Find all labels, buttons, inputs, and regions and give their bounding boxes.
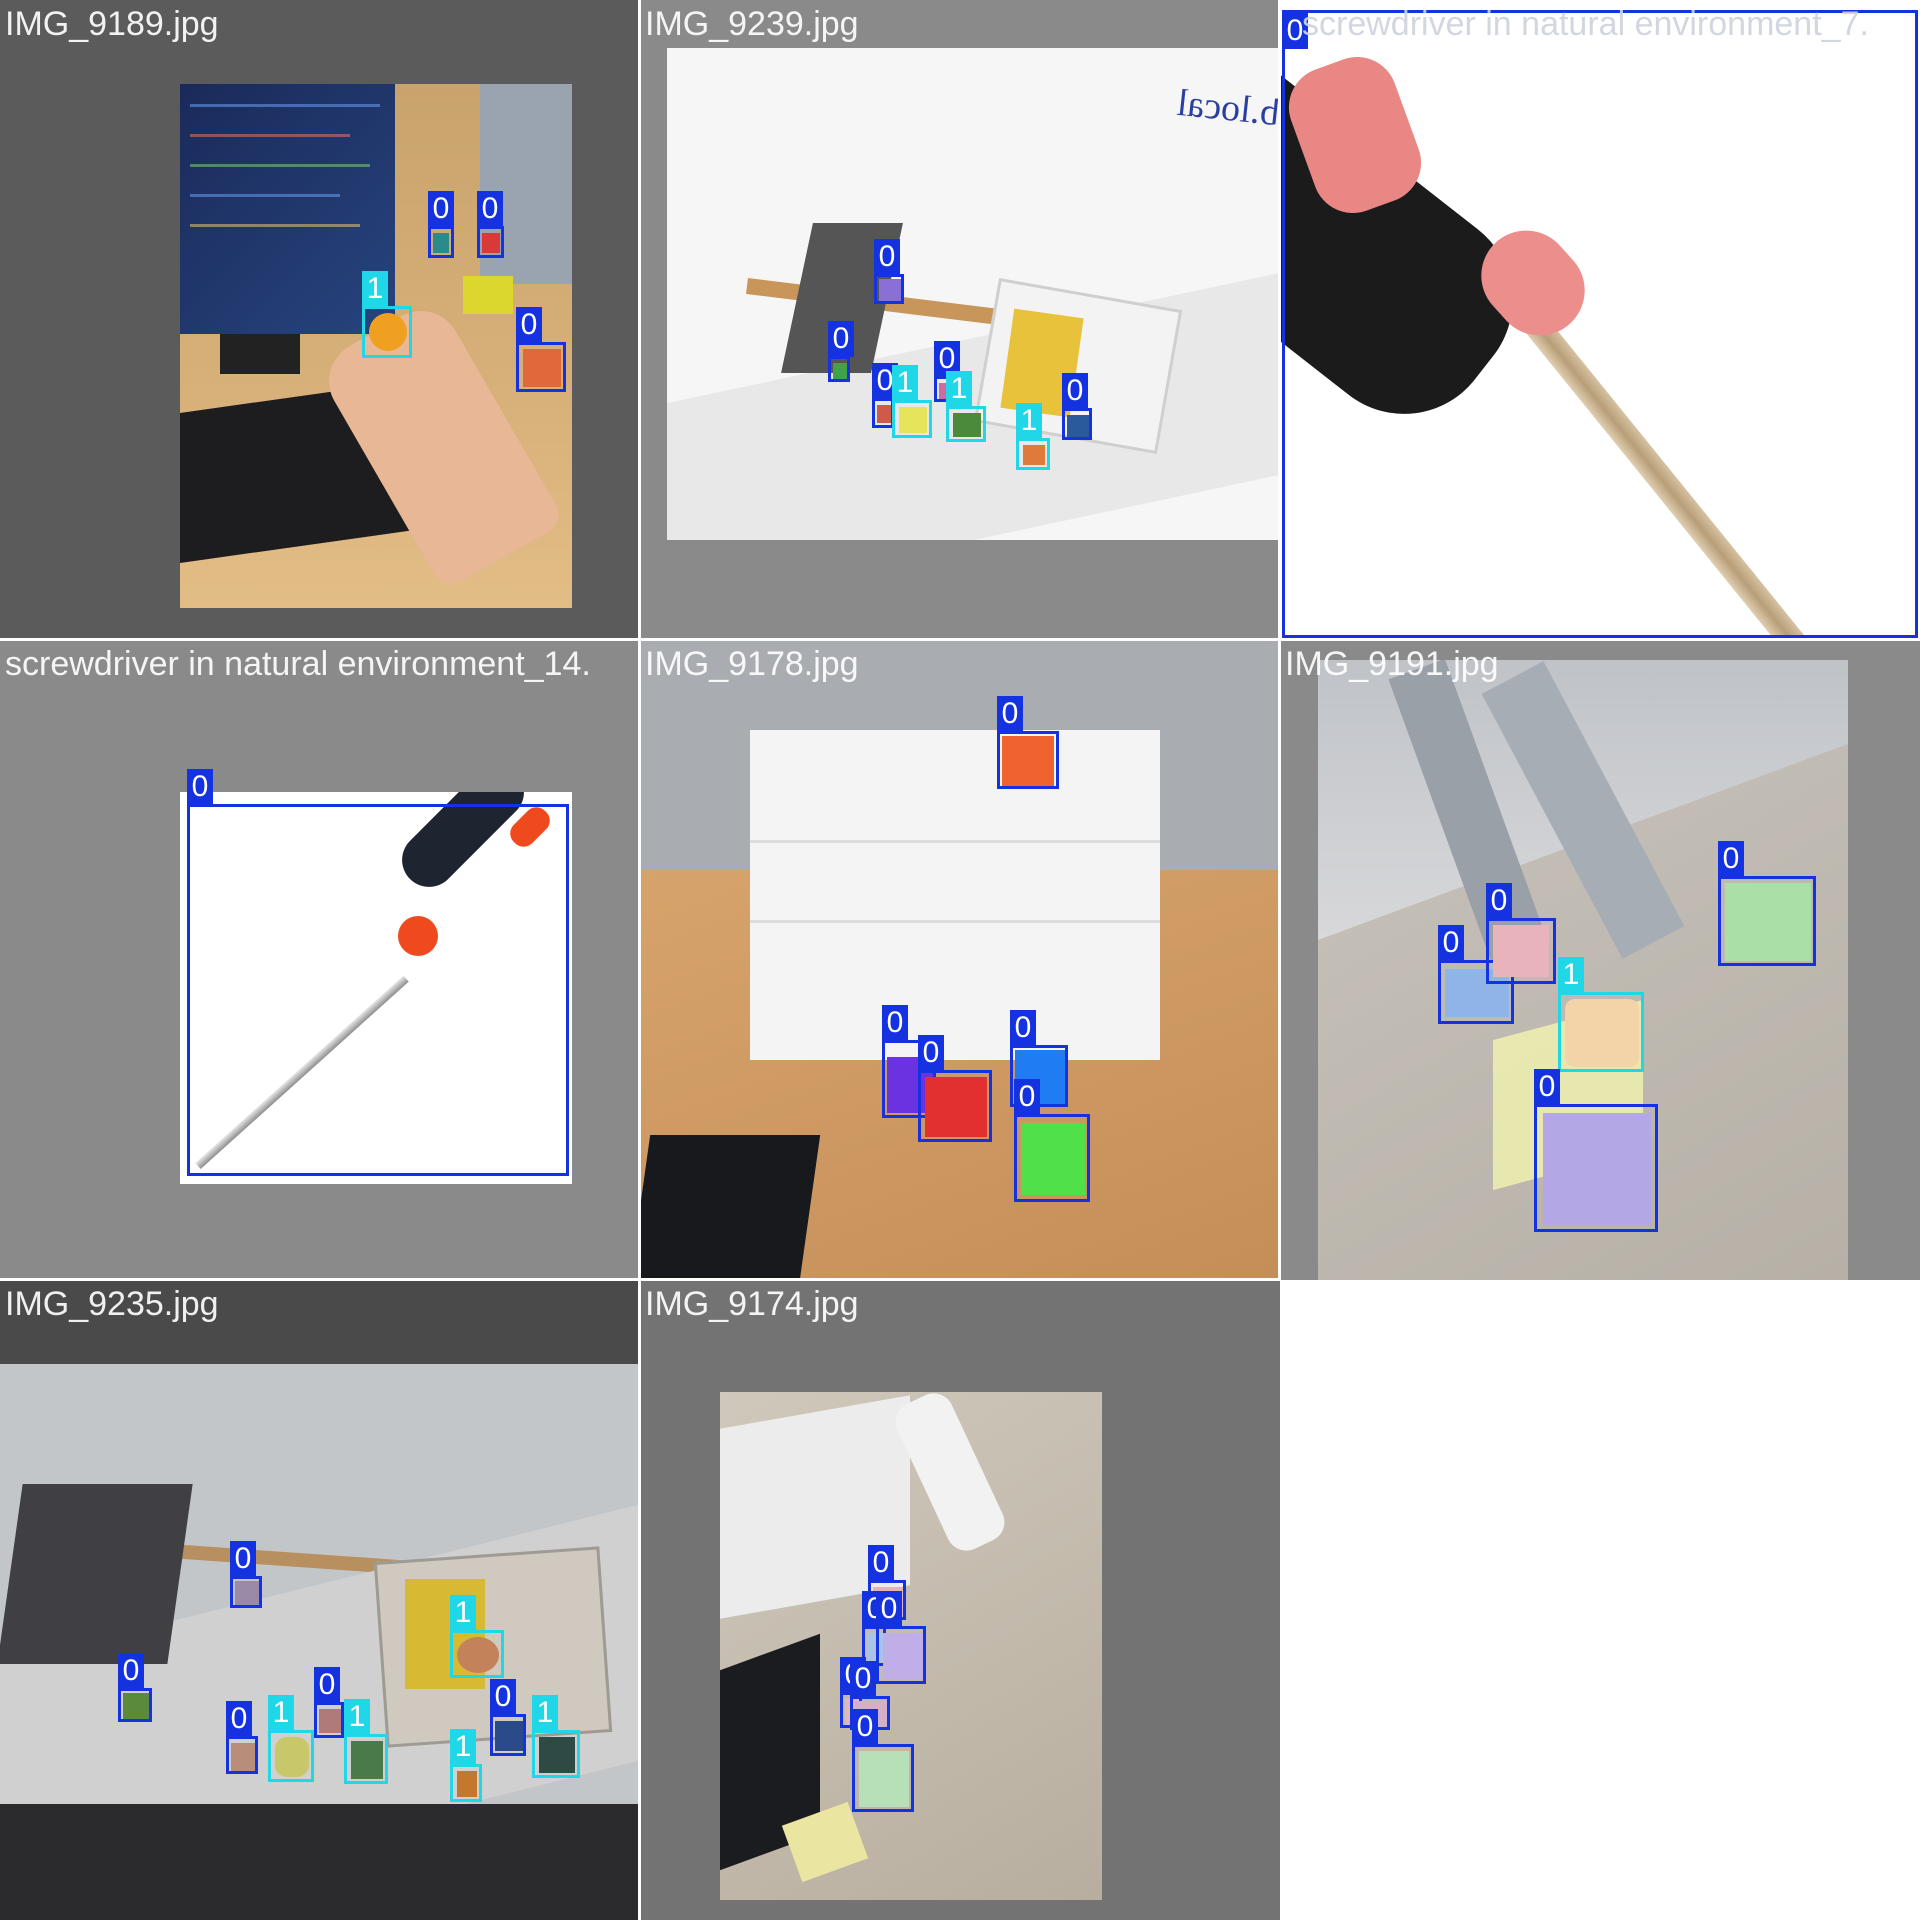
grid-divider (0, 638, 1920, 641)
bookshelf-lower (0, 1804, 640, 1920)
bbox-class1: 1 (532, 1695, 580, 1778)
bbox-class0: 0 (230, 1541, 262, 1608)
box-stack (750, 730, 1160, 1060)
detection-mosaic: 0 0 1 0 IMG_9189.jpg b.local 0 0 0 0 1 1… (0, 0, 1920, 1920)
monitor-stand (220, 334, 300, 374)
bbox-class0: 0 (874, 239, 904, 304)
bbox-class0: 0 (516, 307, 566, 392)
tile-filename: IMG_9239.jpg (645, 5, 859, 43)
bbox-class0: 0 (314, 1667, 344, 1738)
tile-filename: screwdriver in natural environment_7. (1302, 5, 1869, 43)
bbox-class0: 0 (918, 1035, 992, 1142)
binder-holder (0, 1484, 193, 1664)
bbox-class0: 0 (997, 696, 1059, 789)
bbox-class1: 1 (1558, 957, 1644, 1072)
tile-filename: IMG_9189.jpg (5, 5, 219, 43)
tile-screwdriver-7[interactable]: 0 screwdriver in natural environment_7. (1280, 0, 1920, 640)
bbox-class1: 1 (344, 1699, 388, 1784)
bbox-class0: 0 (1718, 841, 1816, 966)
tile-filename: IMG_9235.jpg (5, 1285, 219, 1323)
bbox-class1: 1 (892, 365, 932, 438)
bbox-class0: 0 (118, 1653, 152, 1722)
keyboard (640, 1135, 821, 1280)
bbox-class0: 0 (1534, 1069, 1658, 1232)
tile-filename: IMG_9178.jpg (645, 645, 859, 683)
tile-img-9174[interactable]: 0 0 0 0 0 0 IMG_9174.jpg (640, 1280, 1280, 1920)
bbox-class0: 0 (876, 1591, 926, 1684)
bbox-class1: 1 (946, 371, 986, 442)
grid-divider (638, 0, 641, 1920)
bbox-class0: 0 (828, 321, 854, 382)
bbox-class0: 0 (477, 191, 504, 258)
bbox-class0: 0 (1282, 10, 1918, 638)
bbox-class0: 0 (852, 1709, 914, 1812)
tile-screwdriver-14[interactable]: 0 screwdriver in natural environment_14. (0, 640, 640, 1280)
whiteboard-text: b.local (1175, 81, 1280, 135)
bbox-class0: 0 (1014, 1079, 1090, 1202)
tile-filename: IMG_9191.jpg (1285, 645, 1499, 683)
bbox-class0: 0 (1062, 373, 1092, 440)
grid-divider (0, 1278, 1280, 1281)
tile-filename: screwdriver in natural environment_14. (5, 645, 591, 683)
bbox-class0: 0 (872, 363, 898, 428)
tile-filename: IMG_9174.jpg (645, 1285, 859, 1323)
bbox-class1: 1 (450, 1595, 504, 1678)
tile-img-9239[interactable]: b.local 0 0 0 0 1 1 0 1 IMG_9239.jpg (640, 0, 1280, 640)
bbox-class1: 1 (268, 1695, 314, 1782)
bbox-class1: 1 (450, 1729, 482, 1802)
tile-img-9235[interactable]: 0 0 1 0 1 1 0 0 1 1 IMG_9235.jpg (0, 1280, 640, 1920)
empty-tile (1280, 1280, 1920, 1920)
bbox-class0: 0 (226, 1701, 258, 1774)
photo-shelf-dark (0, 1364, 640, 1920)
photo-whiteboard-shelf: b.local (667, 48, 1280, 540)
bbox-class1: 1 (1016, 403, 1050, 470)
bbox-class0: 0 (428, 191, 454, 258)
yellow-cube (463, 276, 513, 314)
bbox-class0: 0 (490, 1679, 526, 1756)
bbox-class0: 0 (187, 769, 569, 1176)
tile-img-9178[interactable]: 0 0 0 0 0 IMG_9178.jpg (640, 640, 1280, 1280)
bbox-class1: 1 (362, 271, 412, 358)
bbox-class0: 0 (1486, 883, 1556, 984)
tile-img-9189[interactable]: 0 0 1 0 IMG_9189.jpg (0, 0, 640, 640)
tile-img-9191[interactable]: 0 0 0 1 0 IMG_9191.jpg (1280, 640, 1920, 1280)
